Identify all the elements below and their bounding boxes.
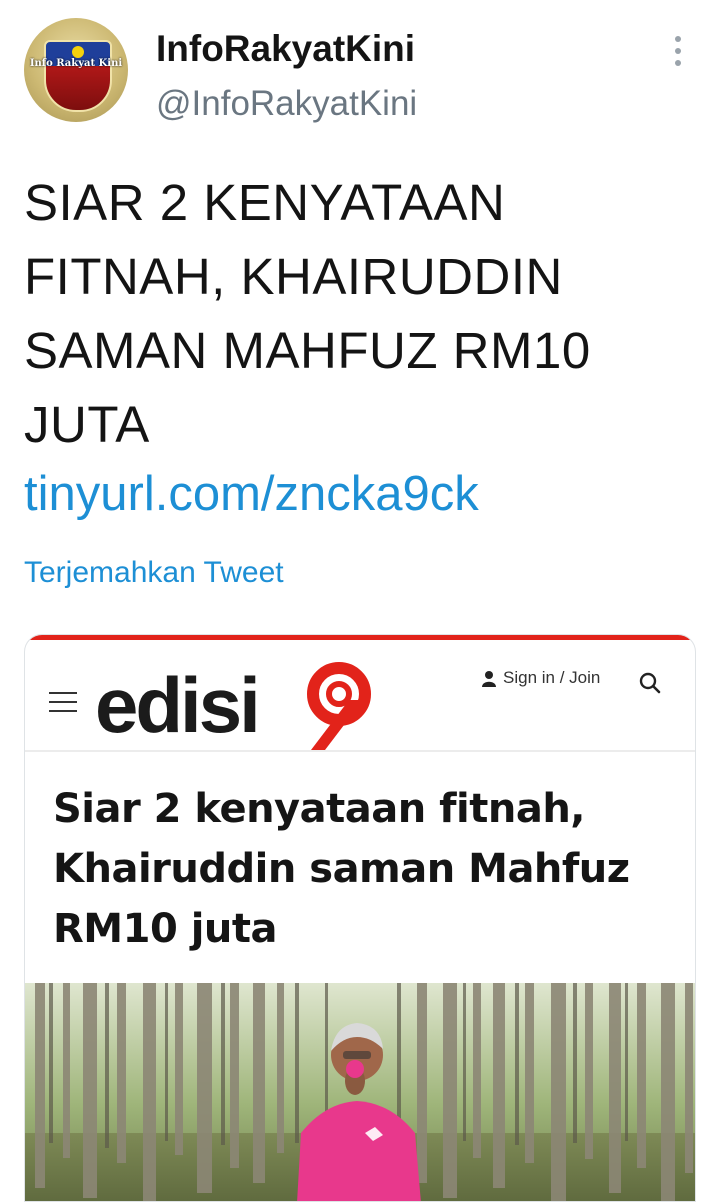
site-logo-word: edisi [95, 661, 261, 749]
more-vertical-icon[interactable] [668, 34, 688, 68]
menu-icon[interactable] [49, 692, 77, 712]
site-logo-nine-icon: 9 [307, 662, 371, 750]
avatar-shield-icon [44, 40, 112, 112]
signin-link[interactable]: Sign in / Join [481, 668, 600, 688]
site-header: edisi 9 Sign in / Join [25, 640, 695, 752]
search-icon[interactable] [639, 672, 661, 694]
display-name[interactable]: InfoRakyatKini [156, 28, 415, 70]
article-photo [25, 983, 695, 1201]
translate-tweet-link[interactable]: Terjemahkan Tweet [24, 556, 284, 590]
tweet-link[interactable]: tinyurl.com/zncka9ck [24, 461, 479, 527]
avatar-logo-text: Info Rakyat Kini [29, 58, 123, 69]
article-headline[interactable]: Siar 2 kenyataan fitnah, Khairuddin sama… [53, 779, 673, 959]
tweet-text: SIAR 2 KENYATAAN FITNAH, KHAIRUDDIN SAMA… [24, 174, 591, 453]
user-handle[interactable]: @InfoRakyatKini [156, 84, 417, 124]
avatar[interactable]: Info Rakyat Kini [24, 18, 128, 122]
signin-label: Sign in / Join [503, 668, 601, 687]
link-preview-card[interactable]: edisi 9 Sign in / Join Siar 2 kenyataan … [24, 634, 696, 1202]
site-logo[interactable]: edisi 9 [95, 658, 385, 750]
